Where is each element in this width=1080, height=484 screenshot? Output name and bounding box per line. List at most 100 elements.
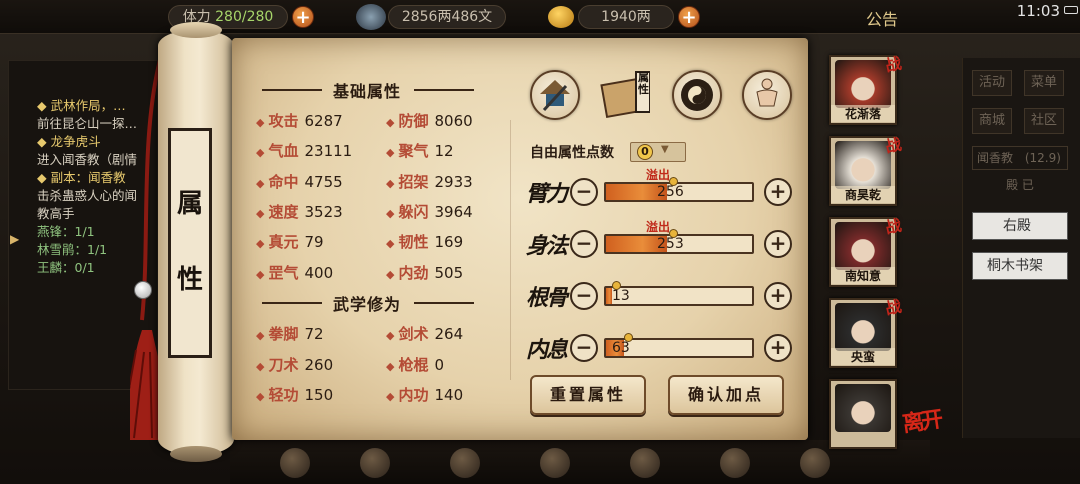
character-name: 央蛮 xyxy=(831,348,895,365)
basic-attributes-title: 基础属性 xyxy=(332,82,401,101)
stat-basic: ◆ 防御 8060 xyxy=(386,110,473,131)
diamond-icon: ◆ xyxy=(256,146,265,160)
leave-button[interactable]: 离开 xyxy=(900,402,942,439)
notice-button[interactable]: 公告 xyxy=(866,6,898,30)
decrease-button[interactable]: − xyxy=(570,178,598,206)
equipment-tab-icon[interactable] xyxy=(530,70,580,120)
gold-display: 1940两 xyxy=(578,5,674,29)
stat-basic: ◆ 罡气 400 xyxy=(256,262,333,283)
stat-label: 罡气 xyxy=(268,263,299,282)
decrease-button[interactable]: − xyxy=(570,230,598,258)
character-name: 商昊乾 xyxy=(831,186,895,203)
confirm-points-button[interactable]: 确认加点 xyxy=(668,375,784,415)
stat-label: 内功 xyxy=(398,386,429,404)
stat-label: 韧性 xyxy=(398,233,429,252)
bookshelf-label: 桐木书架 xyxy=(987,258,1043,274)
slider-pin-icon[interactable] xyxy=(624,333,633,342)
quest-line: 前往昆仑山一探… xyxy=(37,116,138,131)
diamond-icon: ◆ xyxy=(386,329,395,342)
free-points-value: 0 xyxy=(637,144,653,160)
diamond-icon: ◆ xyxy=(386,237,395,251)
increase-button[interactable]: + xyxy=(764,334,792,362)
scroll-title-plate: 属 性 xyxy=(168,128,212,358)
menu-button[interactable]: 菜单 xyxy=(1024,70,1064,96)
attribute-value: 63 xyxy=(612,340,630,356)
overflow-label: 溢出 xyxy=(646,168,671,182)
reset-attributes-button[interactable]: 重置属性 xyxy=(530,375,646,415)
bottom-nav-icon[interactable] xyxy=(540,448,570,478)
bottom-nav-icon[interactable] xyxy=(450,448,480,478)
diamond-icon: ◆ xyxy=(386,146,395,160)
party-member-card[interactable]: 花渐落战 xyxy=(829,54,903,125)
stat-value: 72 xyxy=(304,325,324,343)
decrease-button[interactable]: − xyxy=(570,282,598,310)
diamond-icon: ◆ xyxy=(386,206,395,220)
add-stamina-button[interactable]: + xyxy=(292,6,314,28)
stat-value: 150 xyxy=(304,386,334,404)
party-member-card[interactable]: 商昊乾战 xyxy=(829,135,903,206)
expand-arrow-icon[interactable]: ▶ xyxy=(10,232,19,246)
slider-pin-icon[interactable] xyxy=(612,281,621,290)
diamond-icon: ◆ xyxy=(386,390,395,403)
diamond-icon: ◆ xyxy=(386,176,395,190)
attribute-bar[interactable]: 253 xyxy=(604,234,754,254)
character-portrait xyxy=(835,222,891,270)
diamond-icon: ◆ xyxy=(256,206,265,220)
increase-button[interactable]: + xyxy=(764,230,792,258)
bottom-nav-icon[interactable] xyxy=(800,448,830,478)
stat-value: 400 xyxy=(304,263,334,282)
stat-basic: ◆ 躲闪 3964 xyxy=(386,201,473,222)
money-display: 2856两486文 xyxy=(388,5,506,29)
bottom-nav-icon[interactable] xyxy=(630,448,660,478)
decrease-button[interactable]: − xyxy=(570,334,598,362)
attribute-tab-label: 属性 xyxy=(638,71,649,96)
attribute-label: 身法 xyxy=(526,233,568,259)
quest-line: 林雪鹃：1/1 xyxy=(37,242,108,257)
stat-value: 23111 xyxy=(304,142,353,161)
stat-label: 聚气 xyxy=(398,142,429,161)
bagua-tab-icon[interactable] xyxy=(672,70,722,120)
location-level: (12.9) xyxy=(1024,151,1061,165)
attribute-tab-icon[interactable]: 属性 xyxy=(600,68,651,122)
battery-icon xyxy=(1064,6,1078,14)
right-hall-button[interactable]: 右殿 xyxy=(972,212,1068,240)
attribute-bar[interactable]: 13 xyxy=(604,286,754,306)
bottom-nav-icon[interactable] xyxy=(720,448,750,478)
game-screen: 体力 280/280 + 2856两486文 1940两 + 公告 11:03 … xyxy=(0,0,1080,484)
community-button[interactable]: 社区 xyxy=(1024,108,1064,134)
increase-button[interactable]: + xyxy=(764,178,792,206)
party-member-card[interactable]: 南知意战 xyxy=(829,216,903,287)
increase-button[interactable]: + xyxy=(764,282,792,310)
bottom-nav-icon[interactable] xyxy=(360,448,390,478)
diamond-icon: ◆ xyxy=(256,237,265,251)
stat-label: 命中 xyxy=(268,172,299,191)
stat-value: 3523 xyxy=(304,202,343,221)
slider-pin-icon[interactable] xyxy=(669,229,678,238)
shop-button[interactable]: 商城 xyxy=(972,108,1012,134)
quest-line: 进入闻香教（剧情 xyxy=(37,152,138,167)
meridian-tab-icon[interactable] xyxy=(742,70,792,120)
stat-value: 0 xyxy=(434,355,445,374)
stat-label: 招架 xyxy=(398,172,429,191)
title-ornament-right xyxy=(414,302,474,304)
stat-basic: ◆ 聚气 12 xyxy=(386,140,454,161)
party-member-card[interactable]: 央蛮战 xyxy=(829,297,903,368)
attribute-value: 253 xyxy=(657,236,684,252)
attribute-bar[interactable]: 256 xyxy=(604,182,754,202)
bookshelf-button[interactable]: 桐木书架 xyxy=(972,252,1068,280)
quest-line: ◆ 副本：闻香教 xyxy=(37,170,126,185)
diamond-icon: ◆ xyxy=(386,359,395,373)
sub-location: 殿 已 xyxy=(1006,178,1034,192)
stat-label: 轻功 xyxy=(268,386,299,404)
bottom-nav-icon[interactable] xyxy=(280,448,310,478)
party-member-card[interactable] xyxy=(829,379,897,449)
gold-ingot-icon xyxy=(548,6,574,28)
dropdown-arrow-icon: ▼ xyxy=(661,144,669,155)
activity-button[interactable]: 活动 xyxy=(972,70,1012,96)
stat-value: 6287 xyxy=(304,112,343,130)
title-ornament-left xyxy=(262,89,322,91)
slider-pin-icon[interactable] xyxy=(669,177,678,186)
stat-label: 刀术 xyxy=(268,355,299,374)
scroll-cap-bottom xyxy=(170,446,222,462)
add-gold-button[interactable]: + xyxy=(678,6,700,28)
